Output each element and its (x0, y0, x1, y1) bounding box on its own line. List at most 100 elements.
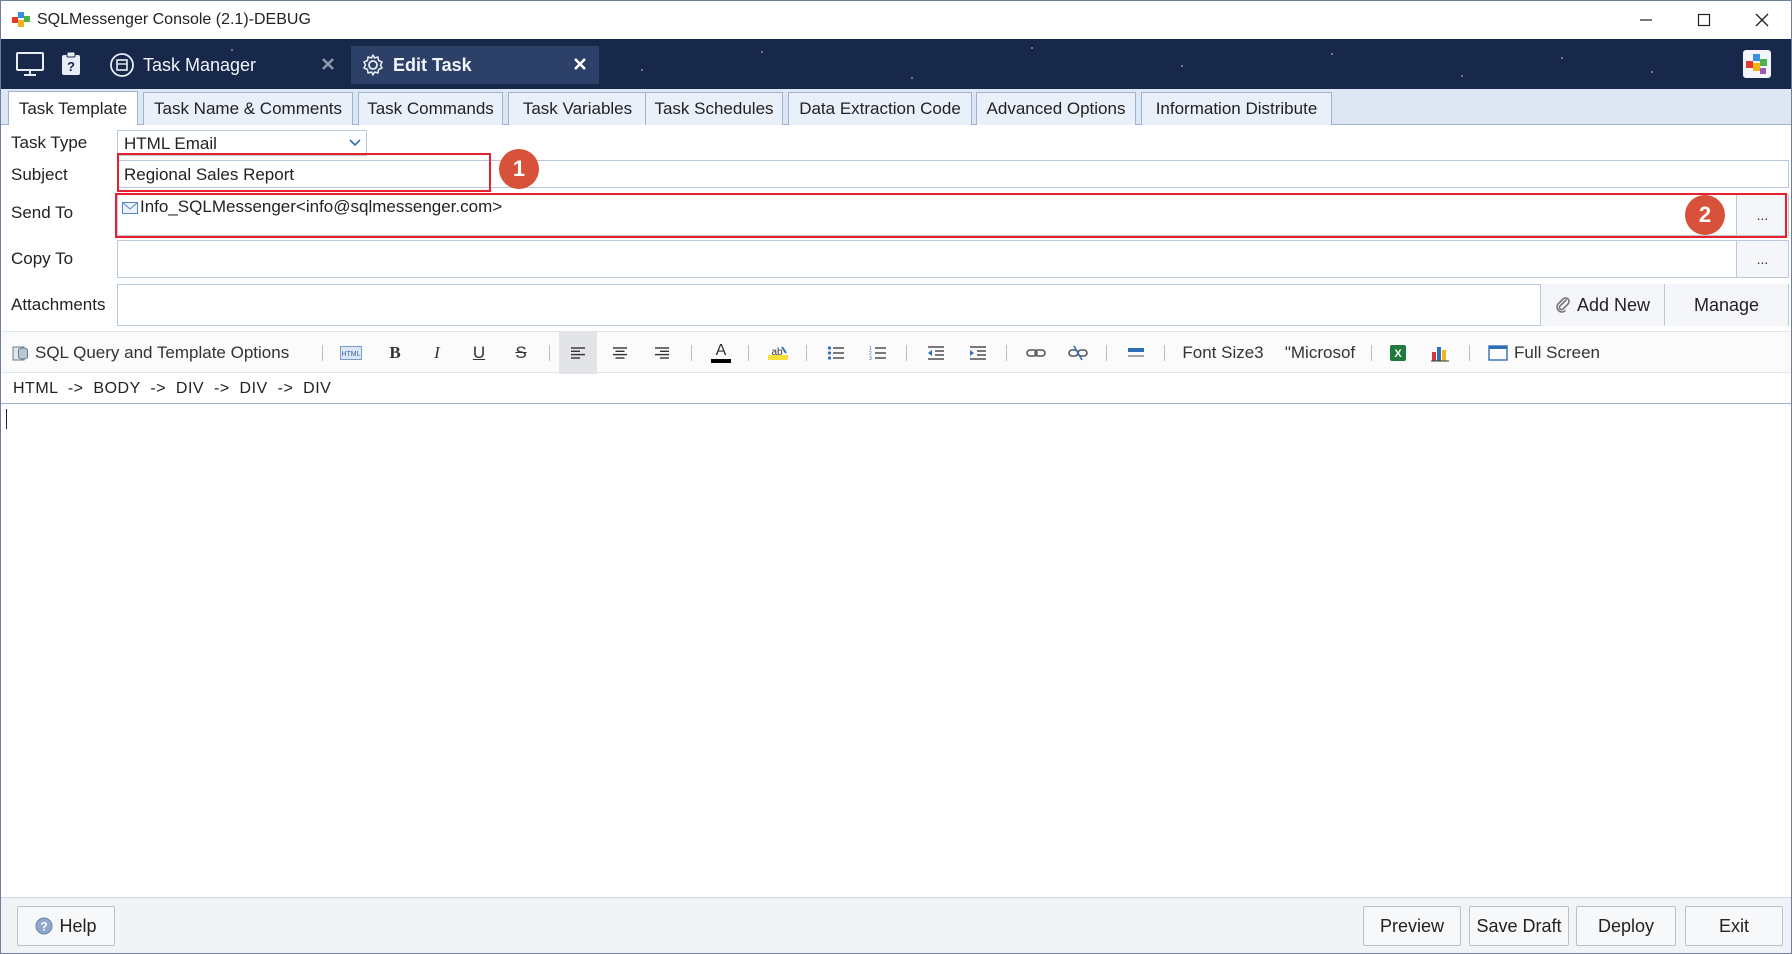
italic-button[interactable]: I (423, 338, 451, 368)
task-type-value: HTML Email (124, 134, 217, 153)
tab-information-distribute[interactable]: Information Distribute (1141, 92, 1332, 125)
insert-link-button[interactable] (1021, 338, 1051, 368)
tab-task-commands[interactable]: Task Commands (358, 92, 503, 125)
property-tab-strip: Task Template Task Name & Comments Task … (1, 89, 1791, 125)
star-decoration (1651, 71, 1653, 73)
manage-attachments-button[interactable]: Manage (1664, 284, 1788, 326)
help-icon: ? (62, 51, 80, 75)
tab-task-template[interactable]: Task Template (8, 91, 138, 125)
database-icon (12, 346, 28, 361)
align-center-icon (613, 347, 627, 359)
svg-text:HTML: HTML (341, 351, 360, 358)
indent-button[interactable] (963, 338, 993, 368)
numbered-list-button[interactable]: 123 (863, 338, 893, 368)
tab-task-variables[interactable]: Task Variables (508, 92, 647, 125)
attachments-label: Attachments (11, 295, 106, 314)
help-button[interactable]: ? (55, 48, 87, 80)
tab-task-schedules[interactable]: Task Schedules (645, 92, 783, 125)
full-screen-button[interactable]: Full Screen (1485, 338, 1603, 368)
html-source-button[interactable]: HTML (337, 338, 365, 368)
star-decoration (1461, 75, 1463, 77)
add-new-attachment-button[interactable]: Add New (1540, 284, 1664, 326)
preview-button[interactable]: Preview (1363, 906, 1461, 946)
tab-task-manager-label: Task Manager (143, 54, 257, 75)
close-task-manager-tab[interactable] (317, 53, 339, 75)
app-icon (12, 12, 30, 27)
bold-button[interactable]: B (381, 338, 409, 368)
tab-edit-task[interactable]: Edit Task (351, 46, 599, 84)
monitor-button[interactable] (14, 48, 46, 80)
window-title: SQLMessenger Console (2.1)-DEBUG (37, 11, 311, 28)
text-color-letter: A (715, 342, 727, 359)
remove-link-button[interactable] (1063, 338, 1093, 368)
tab-task-name-comments[interactable]: Task Name & Comments (143, 92, 353, 125)
star-decoration (1031, 47, 1033, 49)
close-icon (1755, 13, 1769, 27)
toolbar-separator (1106, 345, 1107, 361)
app-window: SQLMessenger Console (2.1)-DEBUG ? Task … (0, 0, 1792, 954)
maximize-button[interactable] (1675, 1, 1733, 39)
outdent-button[interactable] (921, 338, 951, 368)
tab-task-manager[interactable]: Task Manager (105, 46, 345, 84)
email-icon (122, 202, 138, 214)
send-to-input[interactable]: Info_SQLMessenger<info@sqlmessenger.com>… (117, 194, 1789, 236)
toolbar-separator (1469, 345, 1470, 361)
help-footer-button[interactable]: ? Help (17, 906, 115, 946)
task-manager-icon (110, 53, 134, 77)
copy-to-label: Copy To (11, 249, 74, 268)
align-left-button[interactable] (559, 332, 597, 374)
sql-options-button[interactable]: SQL Query and Template Options (11, 338, 309, 368)
subject-label: Subject (11, 165, 68, 184)
exit-button[interactable]: Exit (1685, 906, 1783, 946)
save-draft-button[interactable]: Save Draft (1469, 906, 1569, 946)
bulleted-list-button[interactable] (821, 338, 851, 368)
minimize-button[interactable] (1617, 1, 1675, 39)
copy-to-input[interactable]: ... (117, 240, 1789, 278)
deploy-button[interactable]: Deploy (1576, 906, 1676, 946)
excel-icon: X (1390, 345, 1406, 361)
indent-icon (970, 346, 986, 360)
close-edit-task-tab[interactable] (569, 53, 591, 75)
tab-data-extraction-code[interactable]: Data Extraction Code (788, 92, 972, 125)
font-name-select[interactable]: "Microsof (1277, 338, 1363, 368)
copy-to-browse-button[interactable]: ... (1736, 241, 1788, 277)
subject-input[interactable]: Regional Sales Report (117, 160, 1789, 188)
unlink-icon (1068, 345, 1088, 361)
star-decoration (911, 77, 913, 79)
highlight-button[interactable]: ab (763, 338, 793, 368)
monitor-icon (16, 52, 44, 76)
align-center-button[interactable] (605, 338, 635, 368)
html-editor-body[interactable] (1, 404, 1791, 897)
toolbar-separator (322, 345, 323, 361)
app-logo-button[interactable] (1741, 48, 1773, 80)
strikethrough-button[interactable]: S (507, 338, 535, 368)
svg-text:X: X (1394, 348, 1402, 360)
footer-bar: ? Help Preview Save Draft Deploy Exit (1, 897, 1791, 953)
close-window-button[interactable] (1733, 1, 1791, 39)
tab-advanced-options[interactable]: Advanced Options (976, 92, 1136, 125)
element-path-breadcrumb[interactable]: HTML -> BODY -> DIV -> DIV -> DIV (13, 380, 331, 398)
horizontal-rule-button[interactable] (1121, 338, 1151, 368)
chart-icon (1431, 347, 1449, 362)
insert-chart-button[interactable] (1425, 338, 1455, 368)
html-source-icon: HTML (340, 346, 362, 360)
toolbar-separator (1164, 345, 1165, 361)
outdent-icon (928, 346, 944, 360)
svg-text:3: 3 (869, 356, 872, 361)
editor-toolbar: SQL Query and Template Options HTML B I … (1, 331, 1791, 374)
send-to-browse-button[interactable]: ... (1736, 195, 1788, 235)
text-color-button[interactable]: A (707, 338, 735, 368)
close-icon (322, 58, 334, 70)
font-size-select[interactable]: Font Size3 (1177, 338, 1269, 368)
underline-button[interactable]: U (465, 338, 493, 368)
align-right-button[interactable] (647, 338, 677, 368)
attachments-field[interactable] (117, 284, 1789, 326)
paperclip-icon (1556, 297, 1570, 313)
full-screen-icon (1488, 345, 1508, 361)
insert-excel-button[interactable]: X (1383, 338, 1413, 368)
send-to-recipient[interactable]: Info_SQLMessenger<info@sqlmessenger.com> (140, 197, 502, 217)
star-decoration (1561, 57, 1563, 59)
help-label: Help (59, 915, 97, 936)
link-icon (1026, 349, 1046, 357)
task-type-select[interactable]: HTML Email (117, 130, 367, 156)
